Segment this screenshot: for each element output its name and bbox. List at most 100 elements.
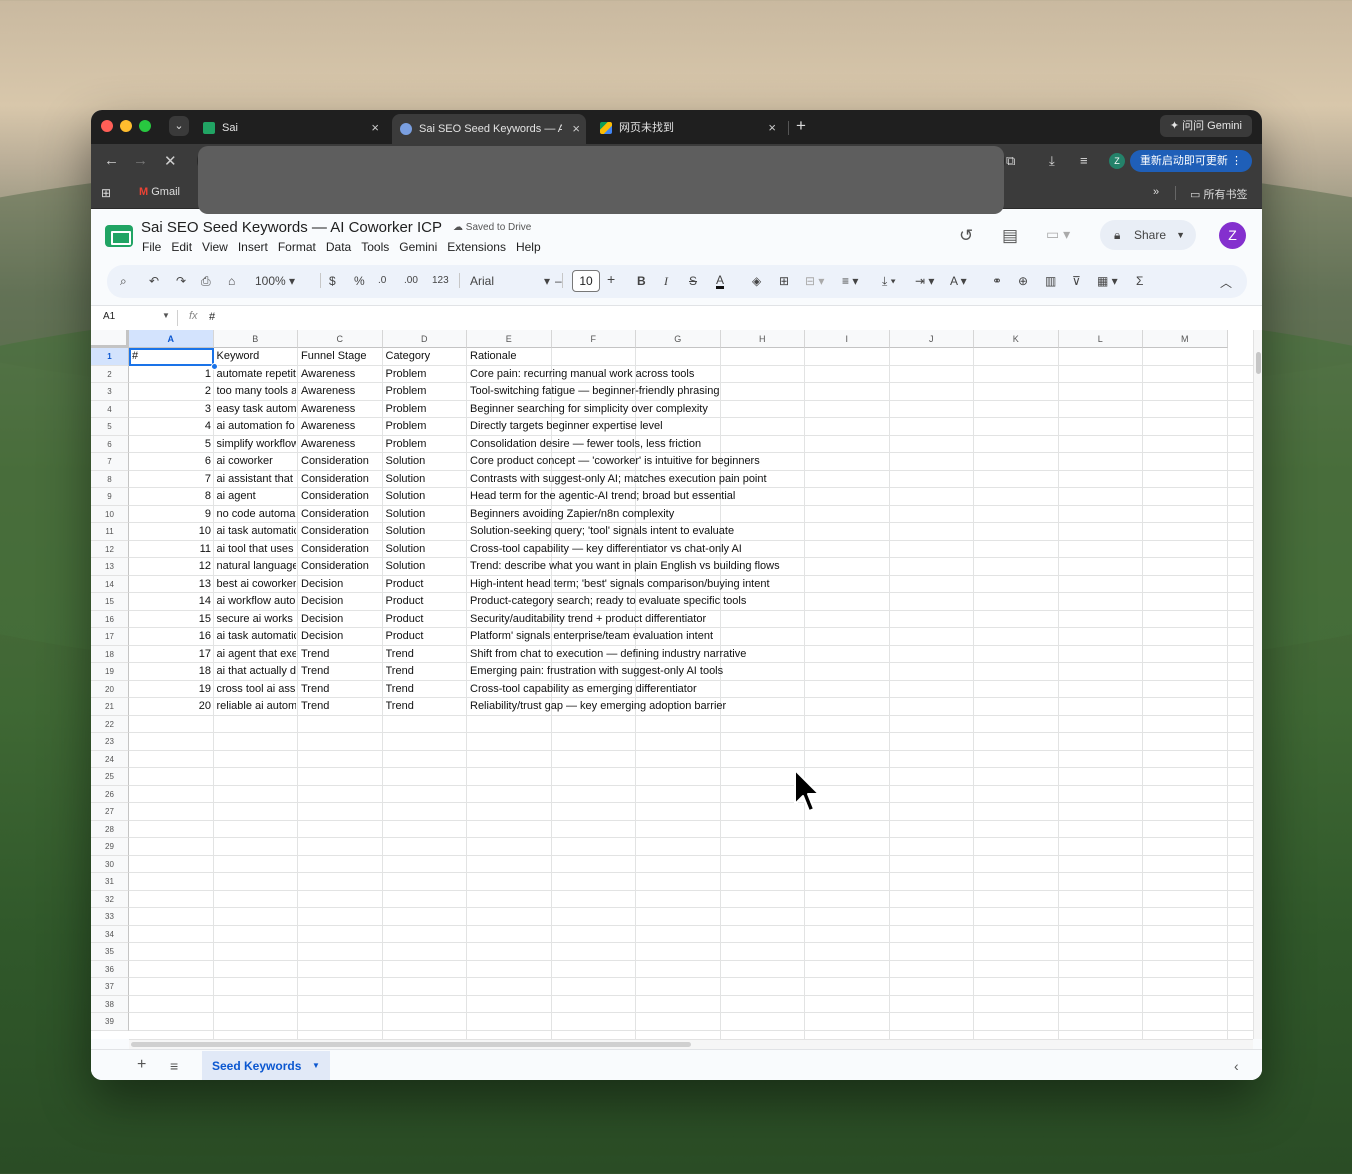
cell-d9[interactable]: Solution: [386, 488, 465, 505]
cell-b8[interactable]: ai assistant that: [217, 471, 296, 488]
cell-e11[interactable]: Solution-seeking query; 'tool' signals i…: [470, 523, 890, 540]
decrease-decimal-button[interactable]: .0: [378, 275, 386, 286]
percent-format-button[interactable]: %: [354, 274, 365, 288]
cell-d3[interactable]: Problem: [386, 383, 465, 400]
row-header[interactable]: 32: [91, 890, 129, 908]
cell-e16[interactable]: Security/auditability trend + product di…: [470, 611, 890, 628]
all-bookmarks-folder[interactable]: ▭ 所有书签: [1190, 186, 1247, 202]
text-color-button[interactable]: A: [716, 274, 725, 289]
minimize-window-button[interactable]: [120, 120, 132, 132]
undo-icon[interactable]: ↶: [149, 274, 159, 288]
cell-c18[interactable]: Trend: [301, 646, 380, 663]
filter-views-icon[interactable]: ▦ ▾: [1097, 274, 1118, 288]
cell-c1[interactable]: Funnel Stage: [301, 348, 380, 365]
cell-b15[interactable]: ai workflow auto: [217, 593, 296, 610]
cell-d6[interactable]: Problem: [386, 436, 465, 453]
back-arrow-icon[interactable]: ←: [104, 152, 119, 169]
close-tab-icon[interactable]: ×: [371, 115, 379, 141]
column-header-k[interactable]: K: [974, 330, 1059, 348]
text-rotation-icon[interactable]: A ▾: [950, 274, 967, 288]
browser-tab-3[interactable]: 网页未找到 ×: [592, 115, 782, 141]
cell-c2[interactable]: Awareness: [301, 366, 380, 383]
all-sheets-icon[interactable]: ≡: [170, 1058, 178, 1074]
cell-d12[interactable]: Solution: [386, 541, 465, 558]
comments-icon[interactable]: ▤: [1002, 226, 1018, 246]
row-header[interactable]: 23: [91, 733, 129, 751]
row-header[interactable]: 14: [91, 575, 129, 593]
menu-help[interactable]: Help: [516, 240, 541, 254]
column-header-f[interactable]: F: [551, 330, 636, 348]
row-header[interactable]: 26: [91, 785, 129, 803]
decrease-font-size-button[interactable]: –: [555, 274, 562, 288]
menu-insert[interactable]: Insert: [238, 240, 268, 254]
insert-chart-icon[interactable]: ▥: [1045, 274, 1056, 288]
ask-gemini-button[interactable]: ✦ 问问 Gemini: [1159, 115, 1252, 137]
forward-arrow-icon[interactable]: →: [133, 152, 148, 169]
cell-b3[interactable]: too many tools a: [217, 383, 296, 400]
vertical-scrollbar[interactable]: [1253, 330, 1262, 1039]
cell-c19[interactable]: Trend: [301, 663, 380, 680]
explore-collapse-icon[interactable]: ‹: [1234, 1058, 1239, 1074]
row-header[interactable]: 2: [91, 365, 129, 383]
borders-icon[interactable]: ⊞: [779, 274, 789, 288]
row-header[interactable]: 16: [91, 610, 129, 628]
cell-a12[interactable]: 11: [132, 541, 211, 558]
cell-a16[interactable]: 15: [132, 611, 211, 628]
more-formats-button[interactable]: 123: [432, 275, 449, 286]
cell-c9[interactable]: Consideration: [301, 488, 380, 505]
reading-list-icon[interactable]: ≡: [1080, 153, 1088, 168]
row-header[interactable]: 8: [91, 470, 129, 488]
cell-d4[interactable]: Problem: [386, 401, 465, 418]
font-size-input[interactable]: 10: [572, 270, 600, 292]
font-select[interactable]: Arial ▾: [470, 274, 550, 288]
cell-a9[interactable]: 8: [132, 488, 211, 505]
row-header[interactable]: 17: [91, 628, 129, 646]
increase-decimal-button[interactable]: .00: [404, 275, 418, 286]
row-header[interactable]: 12: [91, 540, 129, 558]
cell-b4[interactable]: easy task autom: [217, 401, 296, 418]
meet-camera-icon[interactable]: ▭ ▾: [1046, 226, 1070, 243]
new-tab-button[interactable]: +: [796, 116, 806, 136]
row-header[interactable]: 34: [91, 925, 129, 943]
cell-a7[interactable]: 6: [132, 453, 211, 470]
cell-b13[interactable]: natural language: [217, 558, 296, 575]
row-header[interactable]: 27: [91, 803, 129, 821]
close-tab-icon[interactable]: ×: [768, 115, 776, 141]
row-header[interactable]: 20: [91, 680, 129, 698]
cell-c11[interactable]: Consideration: [301, 523, 380, 540]
cell-b7[interactable]: ai coworker: [217, 453, 296, 470]
row-header[interactable]: 3: [91, 383, 129, 401]
cell-d2[interactable]: Problem: [386, 366, 465, 383]
cell-e6[interactable]: Consolidation desire — fewer tools, less…: [470, 436, 890, 453]
menu-edit[interactable]: Edit: [171, 240, 192, 254]
cell-d7[interactable]: Solution: [386, 453, 465, 470]
cell-e5[interactable]: Directly targets beginner expertise leve…: [470, 418, 890, 435]
cell-b17[interactable]: ai task automatic: [217, 628, 296, 645]
insert-comment-icon[interactable]: ⊕: [1018, 274, 1028, 288]
row-header[interactable]: 13: [91, 558, 129, 576]
cell-d1[interactable]: Category: [386, 348, 465, 365]
relaunch-to-update-button[interactable]: 重新启动即可更新 ⋮: [1129, 150, 1252, 172]
row-header[interactable]: 30: [91, 855, 129, 873]
row-header[interactable]: 1: [91, 348, 129, 366]
cell-c4[interactable]: Awareness: [301, 401, 380, 418]
cell-e20[interactable]: Cross-tool capability as emerging differ…: [470, 681, 890, 698]
row-header[interactable]: 39: [91, 1013, 129, 1031]
menu-tools[interactable]: Tools: [361, 240, 389, 254]
cell-d19[interactable]: Trend: [386, 663, 465, 680]
version-history-icon[interactable]: ↺: [959, 226, 973, 246]
formula-input[interactable]: #: [209, 311, 215, 323]
cell-c3[interactable]: Awareness: [301, 383, 380, 400]
menu-view[interactable]: View: [202, 240, 228, 254]
cell-a14[interactable]: 13: [132, 576, 211, 593]
cell-a5[interactable]: 4: [132, 418, 211, 435]
cell-e18[interactable]: Shift from chat to execution — defining …: [470, 646, 890, 663]
column-header-c[interactable]: C: [298, 330, 383, 348]
share-button[interactable]: 🔒︎ Share ▼: [1100, 220, 1196, 250]
row-header[interactable]: 7: [91, 453, 129, 471]
gmail-bookmark[interactable]: M Gmail: [139, 186, 180, 198]
cell-d21[interactable]: Trend: [386, 698, 465, 715]
row-header[interactable]: 10: [91, 505, 129, 523]
print-icon[interactable]: ⎙: [201, 274, 211, 289]
strikethrough-button[interactable]: S: [689, 274, 697, 288]
